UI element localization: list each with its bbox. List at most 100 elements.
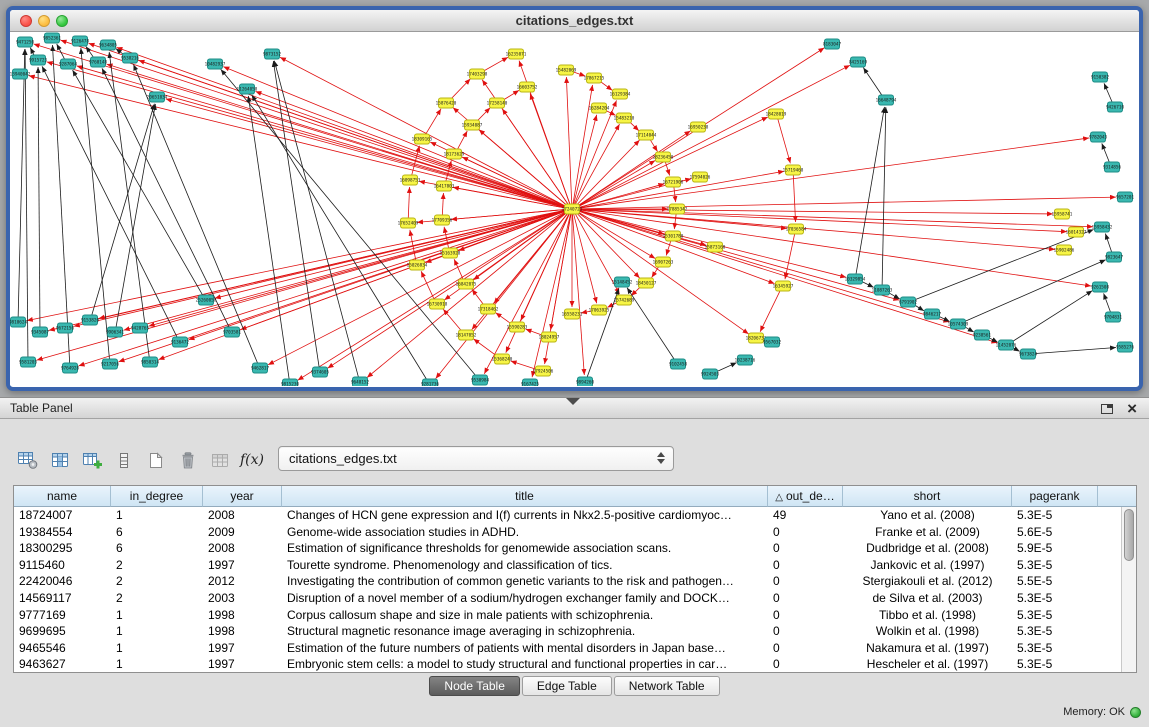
graph-node[interactable]: 15163928 [440,248,461,258]
graph-node[interactable]: 16129384 [610,89,631,99]
import-table-button[interactable] [206,447,234,473]
cell-pagerank[interactable]: 5.3E-5 [1012,607,1098,624]
cell-name[interactable]: 14569117 [14,590,111,607]
graph-node[interactable]: 11452076 [996,340,1017,350]
tab-edge-table[interactable]: Edge Table [522,676,612,696]
graph-edge[interactable] [1105,233,1111,252]
graph-node[interactable]: 9852361 [43,33,62,43]
graph-node[interactable]: 9567032 [763,337,782,347]
graph-node[interactable]: 17885342 [667,204,688,214]
cell-pagerank[interactable]: 5.3E-5 [1012,640,1098,657]
graph-node[interactable]: 6791902 [899,297,918,307]
cell-name[interactable]: 9115460 [14,557,111,574]
minimize-button[interactable] [38,15,50,27]
table-row[interactable]: 2242004622012Investigating the contribut… [14,573,1121,590]
cell-out_degree[interactable]: 0 [768,540,843,557]
table-row[interactable]: 969969511998Structural magnetic resonanc… [14,623,1121,640]
cell-short[interactable]: Yano et al. (2008) [843,507,1012,524]
cell-in_degree[interactable]: 2 [111,557,203,574]
graph-node[interactable]: 9673824 [1019,349,1038,359]
graph-node[interactable]: 11087263 [872,285,893,295]
graph-node[interactable]: 17652409 [398,218,419,228]
graph-edge[interactable] [577,212,749,334]
cell-name[interactable]: 9465546 [14,640,111,657]
graph-edge[interactable] [1102,143,1110,162]
memory-indicator[interactable] [1130,707,1141,718]
cell-out_degree[interactable]: 0 [768,623,843,640]
graph-node[interactable]: 10238716 [735,355,756,365]
column-header-year[interactable]: year [203,486,282,507]
delete-table-button[interactable] [174,447,202,473]
table-row[interactable]: 946554611997Estimation of the future num… [14,640,1121,657]
graph-node[interactable]: 9810624 [10,317,27,327]
cell-title[interactable]: Genome-wide association studies in ADHD. [282,524,768,541]
cell-short[interactable]: Nakamura et al. (1997) [843,640,1012,657]
table-row[interactable]: 1456911722003Disruption of a novel membe… [14,590,1121,607]
graph-node[interactable]: 9782043 [1089,132,1108,142]
graph-node[interactable]: 16345927 [773,281,794,291]
graph-node[interactable]: 9823647 [1105,252,1124,262]
cell-year[interactable]: 2009 [203,524,282,541]
graph-node[interactable]: 15026834 [407,260,428,270]
graph-node[interactable]: 9428765 [131,323,150,333]
graph-edge[interactable] [484,213,569,373]
cell-year[interactable]: 1997 [203,640,282,657]
graph-edge[interactable] [116,47,566,207]
cell-pagerank[interactable]: 5.5E-5 [1012,573,1098,590]
table-row[interactable]: 911546021997Tourette syndrome. Phenomeno… [14,557,1121,574]
cell-title[interactable]: Estimation of the future numbers of pati… [282,640,768,657]
graph-edge[interactable] [578,138,1089,208]
graph-node[interactable]: 10574309 [948,319,969,329]
graph-node[interactable]: 18236450 [653,152,674,162]
graph-edge[interactable] [274,61,358,377]
graph-edge[interactable] [472,289,484,305]
graph-edge[interactable] [793,175,795,222]
table-settings-button[interactable] [14,447,42,473]
graph-node[interactable]: 9471250 [16,37,35,47]
graph-node[interactable]: 15742689 [614,295,635,305]
graph-node[interactable]: 17114044 [636,130,657,140]
column-header-short[interactable]: short [843,486,1012,507]
graph-node[interactable]: 9281736 [421,379,440,386]
cell-out_degree[interactable]: 0 [768,573,843,590]
graph-node[interactable]: 17709356 [432,215,453,225]
graph-edge[interactable] [573,85,593,204]
cell-pagerank[interactable]: 5.3E-5 [1012,590,1098,607]
graph-node[interactable]: 15934087 [462,120,483,130]
cell-in_degree[interactable]: 1 [111,623,203,640]
cell-out_degree[interactable]: 0 [768,524,843,541]
graph-node[interactable]: 9345087 [31,327,50,337]
show-columns-button[interactable] [46,447,74,473]
graph-node[interactable]: 9703581 [223,327,242,337]
cell-name[interactable]: 22420046 [14,573,111,590]
cell-year[interactable]: 2003 [203,590,282,607]
graph-node[interactable]: 9764928 [61,363,80,373]
graph-node[interactable]: 8425169 [849,57,868,67]
graph-node[interactable]: 15958432 [1092,222,1113,232]
cell-in_degree[interactable]: 1 [111,656,203,672]
graph-edge[interactable] [1034,348,1116,354]
graph-node[interactable]: 9287064 [59,59,78,69]
split-collapse-handle[interactable] [566,398,580,405]
graph-edge[interactable] [511,361,538,370]
cell-out_degree[interactable]: 0 [768,640,843,657]
cell-title[interactable]: Embryonic stem cells: a model to study s… [282,656,768,672]
cell-year[interactable]: 2008 [203,540,282,557]
cell-in_degree[interactable]: 1 [111,507,203,524]
cell-short[interactable]: Dudbridge et al. (2008) [843,540,1012,557]
vertical-scrollbar[interactable] [1121,507,1136,672]
network-canvas[interactable]: 1724072116284204154832101711404418236450… [10,32,1139,386]
cell-short[interactable]: Jankovic et al. (1997) [843,557,1012,574]
cell-name[interactable]: 9777169 [14,607,111,624]
graph-node[interactable]: 9672150 [56,323,75,333]
graph-edge[interactable] [650,139,658,152]
graph-node[interactable]: 9136472 [171,337,190,347]
graph-node[interactable]: 17867215 [584,73,605,83]
graph-node[interactable]: 17036584 [786,224,807,234]
graph-node[interactable]: 9657201 [1116,192,1135,202]
graph-node[interactable]: 10482937 [205,59,226,69]
table-selector[interactable]: citations_edges.txt [278,446,674,471]
graph-node[interactable]: 9102458 [669,359,688,369]
graph-edge[interactable] [77,66,567,208]
graph-edge[interactable] [1011,291,1092,343]
